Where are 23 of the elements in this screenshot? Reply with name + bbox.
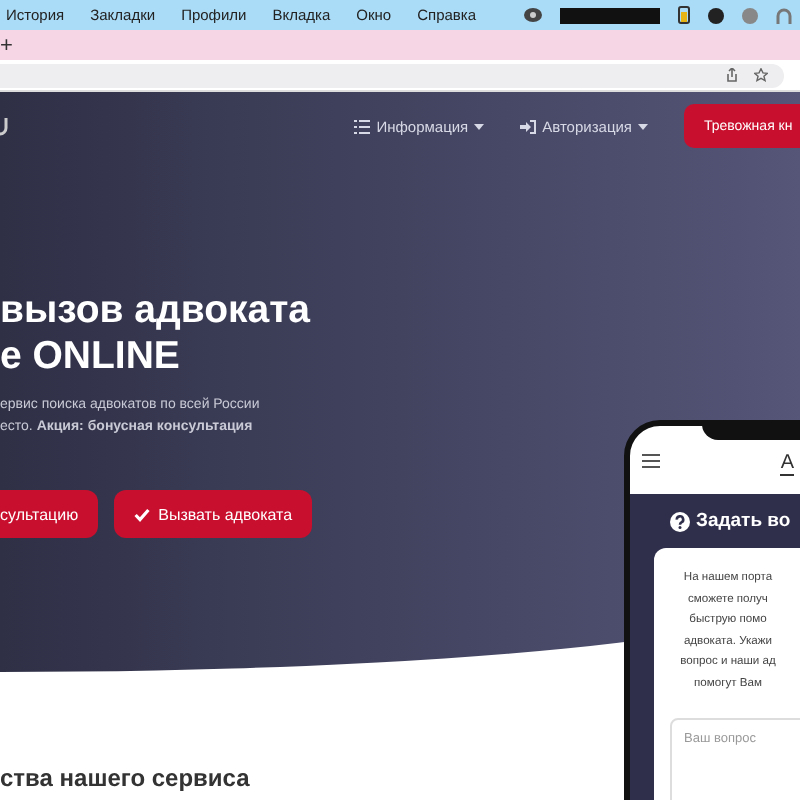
site-logo[interactable]: А <box>780 452 794 476</box>
battery-icon[interactable] <box>678 6 690 24</box>
hero-title: вызов адвоката <box>0 288 311 334</box>
arch-icon[interactable] <box>776 7 792 23</box>
address-field[interactable] <box>0 63 784 87</box>
menu-icon[interactable] <box>642 453 660 467</box>
question-icon <box>670 511 690 531</box>
caret-icon <box>474 123 485 129</box>
eye-icon[interactable] <box>524 8 542 22</box>
new-tab-button[interactable]: + <box>0 33 13 57</box>
hero-title: е ONLINE <box>0 334 182 380</box>
check-icon <box>134 507 151 521</box>
action-button[interactable]: сультацию <box>0 490 99 538</box>
login-icon <box>520 119 537 133</box>
circle-icon[interactable] <box>708 7 724 23</box>
action-button[interactable]: Вызвать адвоката <box>114 490 313 538</box>
star-icon[interactable] <box>754 68 768 82</box>
form-title: Задать во <box>696 510 791 532</box>
section-title: ства нашего сервиса <box>0 764 252 792</box>
share-icon[interactable] <box>726 68 738 82</box>
list-icon <box>354 119 371 133</box>
caret-icon <box>638 123 648 129</box>
redacted-block <box>560 7 660 23</box>
